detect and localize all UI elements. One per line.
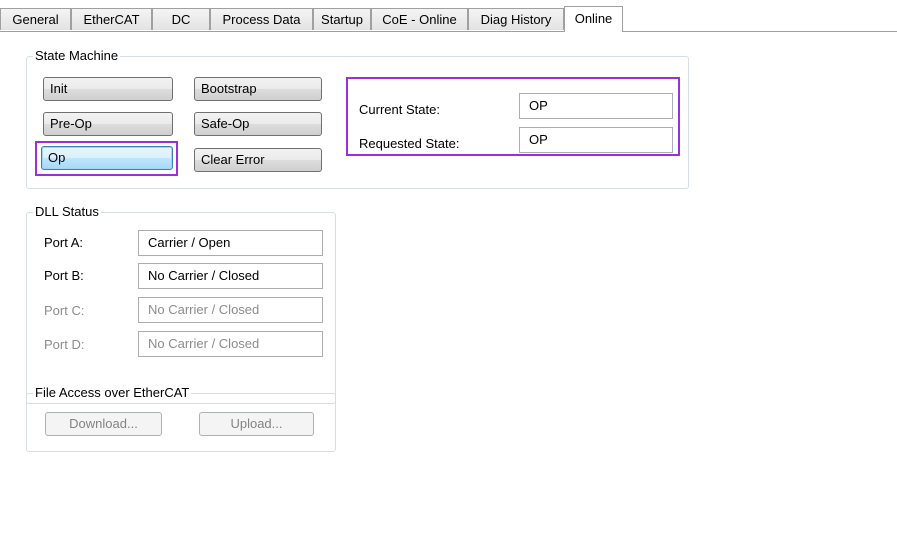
tab-startup[interactable]: Startup <box>313 8 371 30</box>
download-button[interactable]: Download... <box>45 412 162 436</box>
port-d-status: No Carrier / Closed <box>138 331 323 357</box>
port-a-label: Port A: <box>44 235 84 250</box>
dll-status-legend: DLL Status <box>35 204 99 219</box>
tab-process-data[interactable]: Process Data <box>210 8 313 30</box>
clear-error-button[interactable]: Clear Error <box>194 148 322 172</box>
tab-dc[interactable]: DC <box>152 8 210 30</box>
tab-general[interactable]: General <box>0 8 71 30</box>
tab-online[interactable]: Online <box>564 6 623 32</box>
requested-state-label: Requested State: <box>359 136 460 151</box>
online-page: State Machine Init Bootstrap Pre-Op Safe… <box>0 32 897 544</box>
init-button[interactable]: Init <box>43 77 173 101</box>
current-state-label: Current State: <box>359 102 440 117</box>
upload-button[interactable]: Upload... <box>199 412 314 436</box>
port-c-label: Port C: <box>44 303 85 318</box>
port-b-label: Port B: <box>44 268 84 283</box>
file-access-legend: File Access over EtherCAT <box>35 385 190 400</box>
port-b-status: No Carrier / Closed <box>138 263 323 289</box>
pre-op-button[interactable]: Pre-Op <box>43 112 173 136</box>
op-button[interactable]: Op <box>41 146 173 170</box>
port-a-status: Carrier / Open <box>138 230 323 256</box>
tab-bar: General EtherCAT DC Process Data Startup… <box>0 6 897 32</box>
tab-ethercat[interactable]: EtherCAT <box>71 8 152 30</box>
port-c-status: No Carrier / Closed <box>138 297 323 323</box>
state-machine-legend: State Machine <box>35 48 119 63</box>
tab-coe-online[interactable]: CoE - Online <box>371 8 468 30</box>
requested-state-field: OP <box>519 127 673 153</box>
port-d-label: Port D: <box>44 337 85 352</box>
current-state-field: OP <box>519 93 673 119</box>
tab-diag-history[interactable]: Diag History <box>468 8 564 30</box>
safe-op-button[interactable]: Safe-Op <box>194 112 322 136</box>
bootstrap-button[interactable]: Bootstrap <box>194 77 322 101</box>
